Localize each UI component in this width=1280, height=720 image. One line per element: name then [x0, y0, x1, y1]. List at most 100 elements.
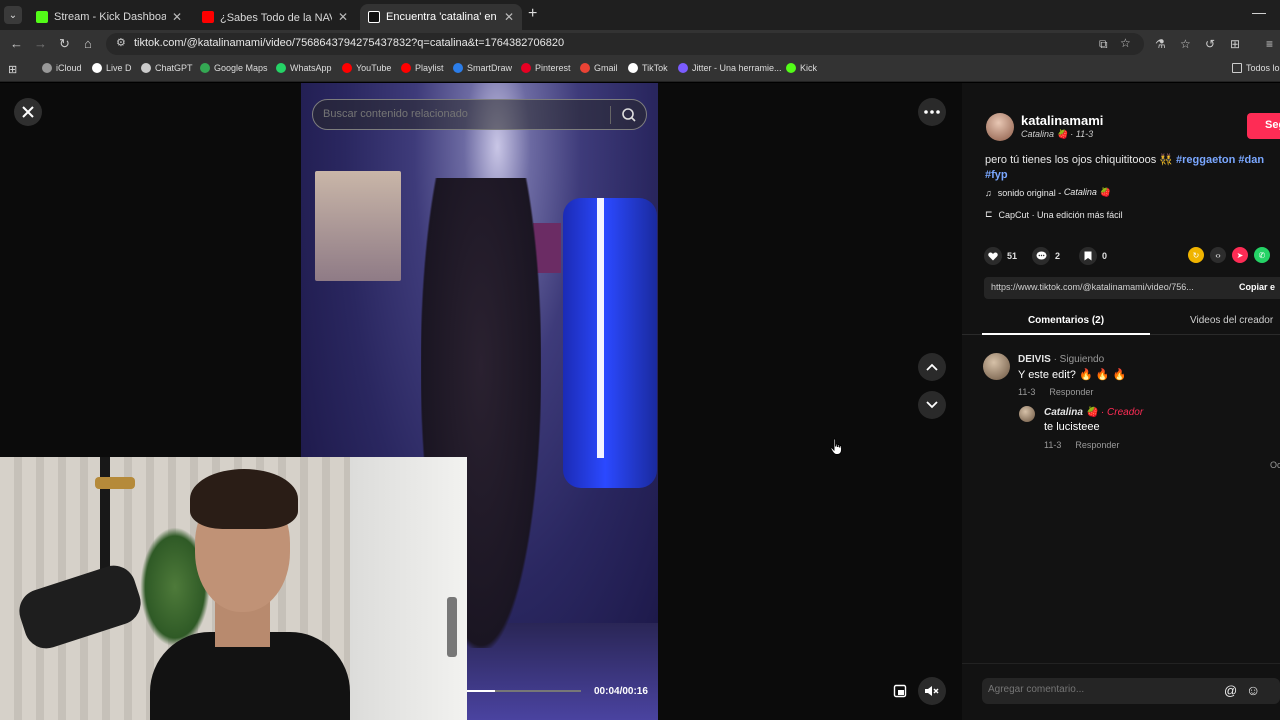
mute-icon[interactable] [918, 677, 946, 705]
tab-youtube-navidad[interactable]: ¿Sabes Todo de la NAVIDAD? 🎅 ✕ [194, 4, 356, 30]
bookmark-label: YouTube [356, 63, 392, 73]
music-link[interactable]: ♫ sonido original - Catalina 🍓 [985, 187, 1111, 198]
hashtag-link[interactable]: #reggaeton [1176, 154, 1235, 166]
video-link-text[interactable]: https://www.tiktok.com/@katalinamami/vid… [991, 282, 1194, 292]
site-info-icon[interactable]: ⚙ [116, 36, 126, 49]
hand-cursor-icon [830, 438, 844, 461]
commenter-name[interactable]: DEIVIS · Siguiendo [1018, 354, 1104, 365]
embed-icon[interactable]: ‹› [1210, 247, 1226, 263]
neon-light [597, 198, 604, 458]
all-bookmarks-folder[interactable]: Todos lo [1232, 63, 1280, 73]
bookmark-tiktok[interactable]: TikTok [628, 63, 668, 73]
reply-date: 11-3 [1044, 440, 1062, 450]
reply-button[interactable]: Responder [1049, 387, 1093, 397]
bookmark-jitter[interactable]: Jitter - Una herramie... [678, 63, 782, 73]
like-button[interactable]: 51 [984, 247, 1017, 265]
commenter-username[interactable]: DEIVIS [1018, 354, 1051, 365]
hide-replies-link[interactable]: Oc [1270, 460, 1280, 470]
close-tab-icon[interactable]: ✕ [504, 10, 514, 24]
copy-link-button[interactable]: Copiar e [1239, 282, 1275, 292]
more-options-icon[interactable] [918, 98, 946, 126]
new-tab-button[interactable]: + [528, 6, 537, 22]
comment-button[interactable]: 2 [1032, 247, 1060, 265]
whatsapp-share-icon[interactable]: ✆ [1254, 247, 1270, 263]
mention-icon[interactable]: @ [1224, 683, 1237, 698]
kick-icon [786, 63, 796, 73]
search-icon[interactable] [618, 105, 640, 125]
history-icon[interactable]: ↺ [1205, 37, 1215, 51]
capcut-label: CapCut · Una edición más fácil [998, 209, 1123, 220]
related-search-input[interactable] [323, 108, 603, 120]
video-player-area[interactable]: 00:04/00:16 [0, 83, 962, 720]
bookmark-youtube[interactable]: YouTube [342, 63, 391, 73]
chevron-up-icon[interactable] [918, 353, 946, 381]
favorites-icon[interactable]: ☆ [1180, 37, 1191, 51]
bookmark-star-icon[interactable]: ☆ [1120, 36, 1131, 50]
bookmark-google-maps[interactable]: Google Maps [200, 63, 268, 73]
install-app-icon[interactable]: ⧉ [1099, 37, 1108, 52]
tab-comments[interactable]: Comentarios (2) [982, 311, 1150, 335]
chevron-down-icon[interactable] [918, 391, 946, 419]
creator-reply-avatar[interactable] [1019, 406, 1035, 422]
tab-creator-videos[interactable]: Videos del creador [1190, 315, 1273, 326]
bookmark-chatgpt[interactable]: ChatGPT [141, 63, 193, 73]
hashtag-link[interactable]: #fyp [985, 169, 1008, 181]
hashtag-link[interactable]: #dan [1238, 154, 1264, 166]
send-to-friend-icon[interactable]: ➤ [1232, 247, 1248, 263]
repost-icon[interactable]: ↻ [1188, 247, 1204, 263]
maps-pin-icon [200, 63, 210, 73]
picture-in-picture-icon[interactable] [886, 677, 914, 705]
comment-bubble-icon [1032, 247, 1050, 265]
video-link-box[interactable]: https://www.tiktok.com/@katalinamami/vid… [984, 277, 1280, 299]
apps-grid-icon[interactable]: ⊞ [8, 63, 17, 76]
reload-icon[interactable]: ↻ [59, 36, 70, 52]
url-text[interactable]: tiktok.com/@katalinamami/video/756864379… [134, 37, 564, 49]
forward-arrow-icon[interactable]: → [34, 36, 47, 52]
tiktok-icon [628, 63, 638, 73]
tab-tiktok-active[interactable]: Encuentra 'catalina' en TikTok | ✕ [360, 4, 522, 30]
comment-input-box[interactable]: @ ☺ [982, 678, 1280, 704]
address-bar[interactable]: ⚙ tiktok.com/@katalinamami/video/7568643… [106, 33, 1144, 55]
reply-username[interactable]: Catalina 🍓 [1044, 407, 1098, 418]
bookmark-label: Live D [106, 63, 132, 73]
tiktok-icon [92, 63, 102, 73]
post-date: 11-3 [1075, 129, 1094, 139]
extensions-icon[interactable]: ⚗ [1155, 37, 1166, 51]
translate-icon[interactable]: ⊞ [1230, 37, 1240, 51]
bookmark-kick[interactable]: Kick [786, 63, 817, 73]
reply-button[interactable]: Responder [1075, 440, 1119, 450]
reply-author[interactable]: Catalina 🍓 · Creador [1044, 407, 1143, 418]
pinterest-icon [521, 63, 531, 73]
close-icon[interactable] [14, 98, 42, 126]
capcut-link[interactable]: ⊏ CapCut · Una edición más fácil [985, 209, 1123, 220]
close-tab-icon[interactable]: ✕ [338, 10, 348, 24]
video-progress-bar[interactable] [466, 690, 581, 692]
creator-avatar[interactable] [986, 113, 1014, 141]
commenter-avatar[interactable] [983, 353, 1010, 380]
bookmark-smartdraw[interactable]: SmartDraw [453, 63, 512, 73]
jitter-icon [678, 63, 688, 73]
comment-input[interactable] [988, 684, 1208, 695]
comment-meta: 11-3 Responder [1018, 387, 1107, 397]
minimize-window-button[interactable]: — [1252, 4, 1266, 20]
bookmark-gmail[interactable]: Gmail [580, 63, 618, 73]
follow-button[interactable]: Seg [1247, 113, 1280, 139]
bookmark-label: Pinterest [535, 63, 571, 73]
bookmark-whatsapp[interactable]: WhatsApp [276, 63, 332, 73]
icloud-icon [42, 63, 52, 73]
bookmark-pinterest[interactable]: Pinterest [521, 63, 571, 73]
close-tab-icon[interactable]: ✕ [172, 10, 182, 24]
emoji-icon[interactable]: ☺ [1246, 682, 1260, 698]
bookmark-icloud[interactable]: iCloud [42, 63, 82, 73]
bookmark-playlist[interactable]: Playlist [401, 63, 444, 73]
save-button[interactable]: 0 [1079, 247, 1107, 265]
tab-kick-dashboard[interactable]: Stream - Kick Dashboard ✕ [28, 4, 190, 30]
back-arrow-icon[interactable]: ← [10, 36, 23, 52]
home-icon[interactable]: ⌂ [84, 36, 92, 52]
creator-username[interactable]: katalinamami [1021, 113, 1103, 128]
bookmark-label: Kick [800, 63, 818, 73]
tab-search-button[interactable]: ⌄ [4, 6, 22, 24]
menu-icon[interactable]: ≡ [1266, 37, 1273, 51]
bookmark-live-d[interactable]: Live D [92, 63, 132, 73]
related-search-box[interactable] [312, 99, 647, 130]
